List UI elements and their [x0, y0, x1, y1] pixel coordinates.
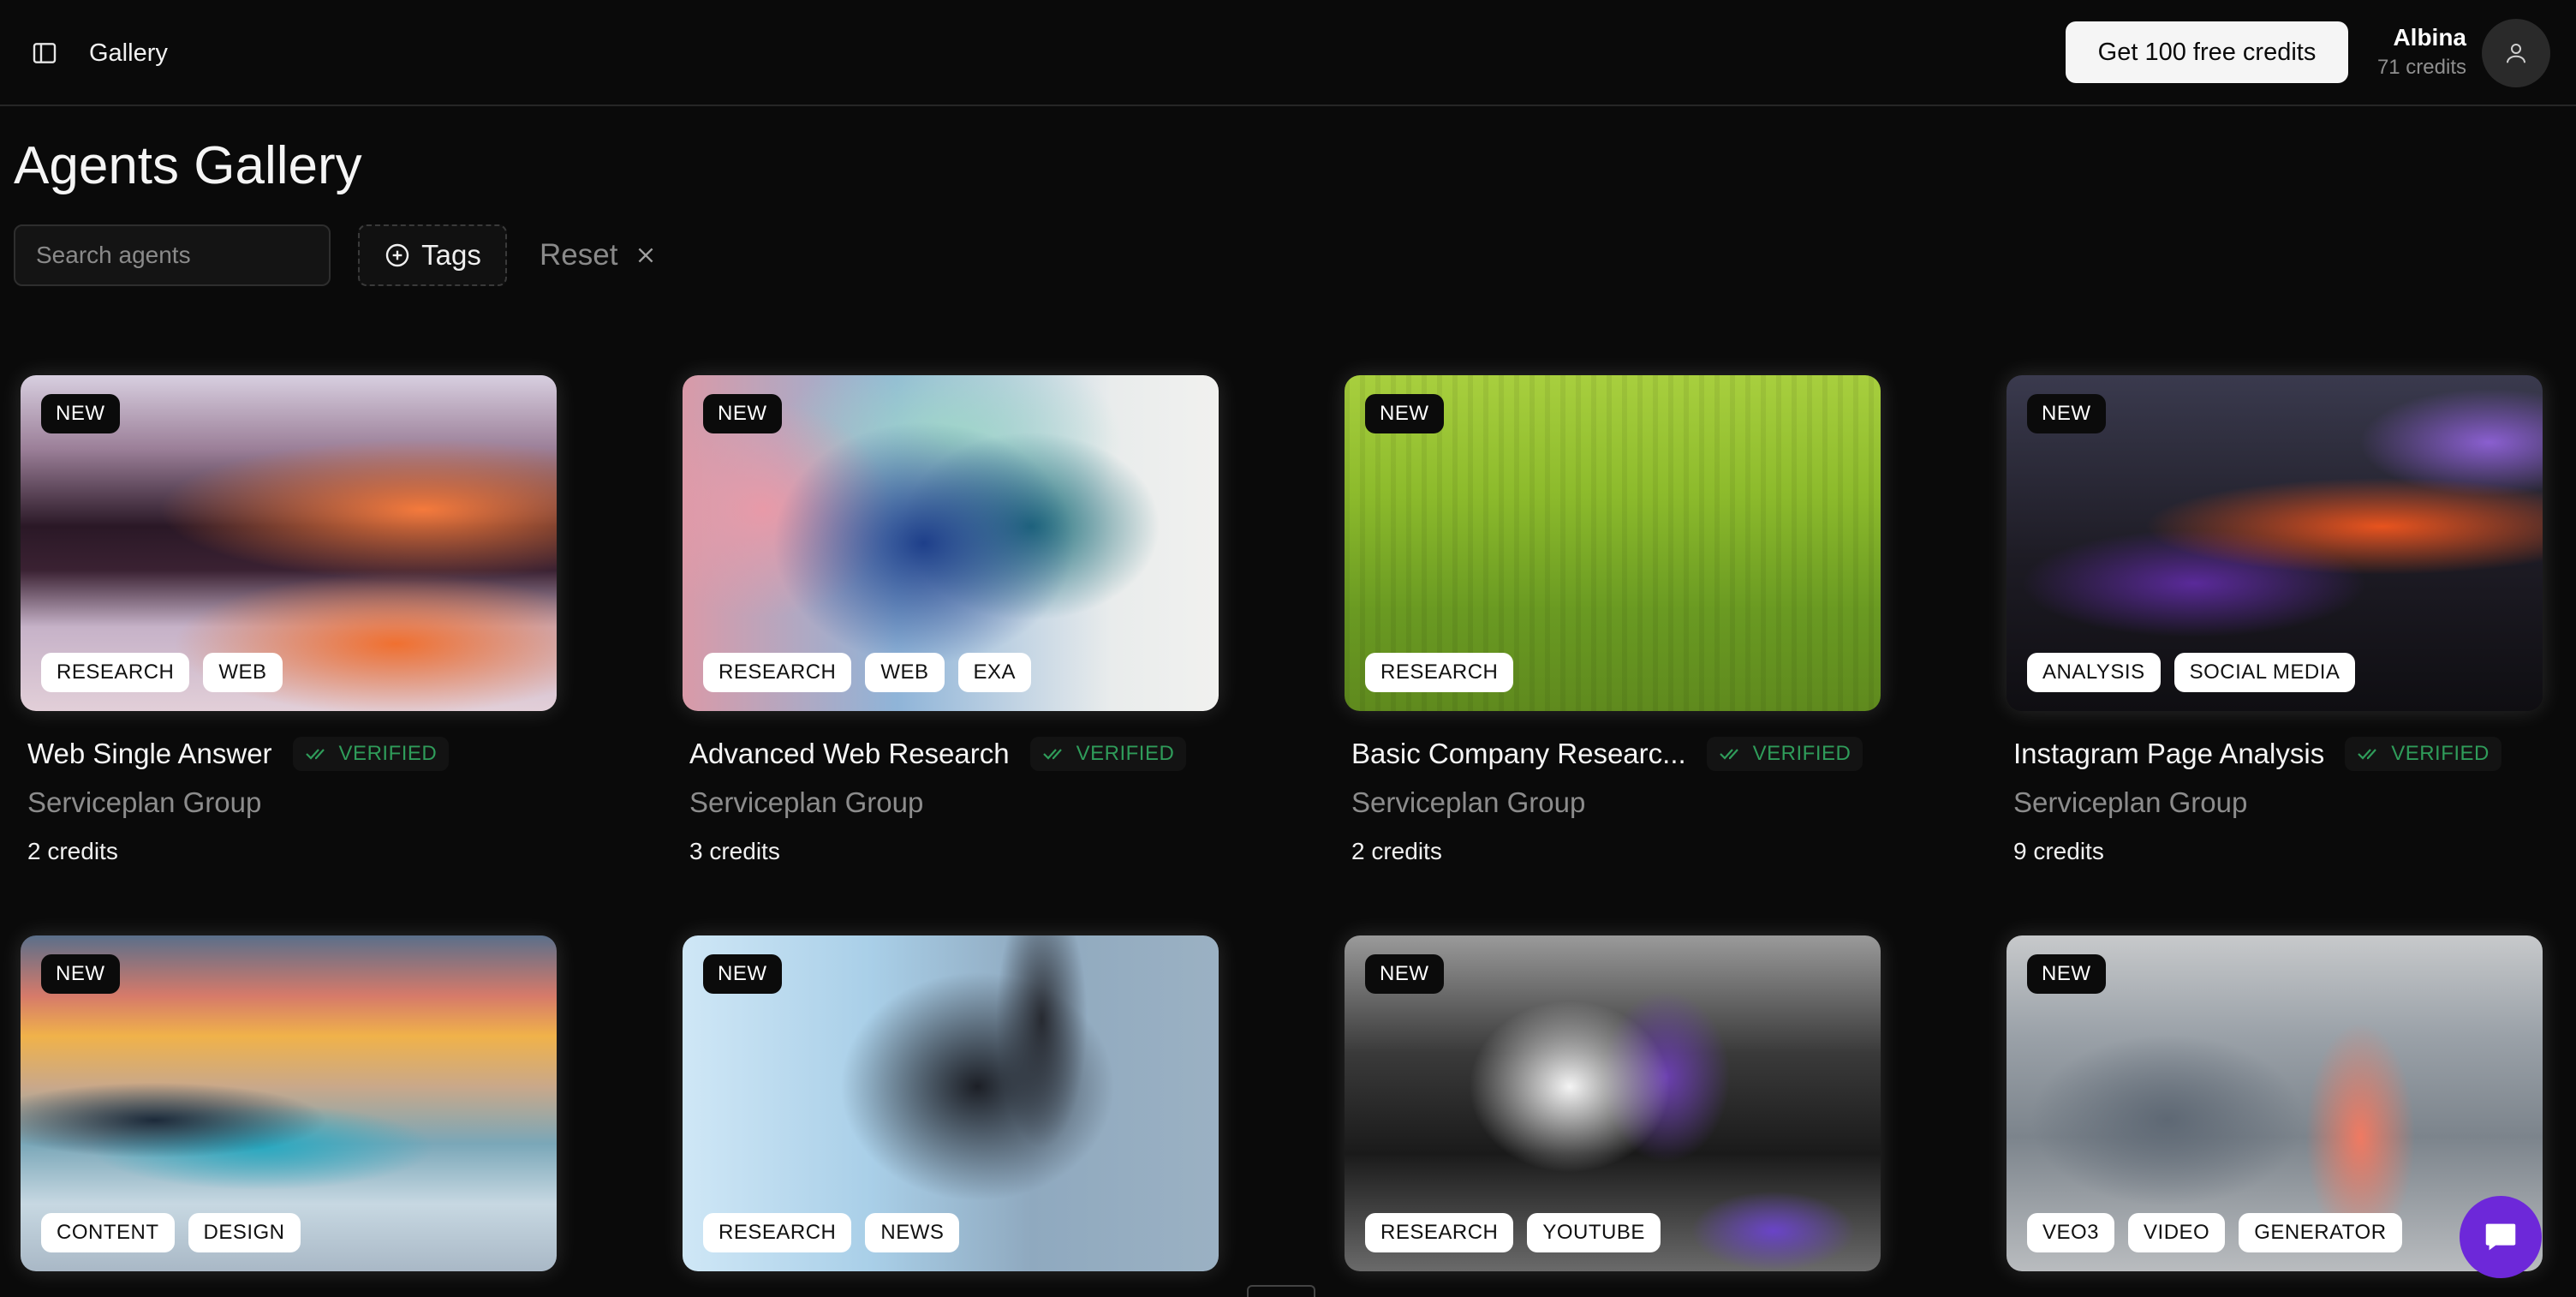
tag-list: VEO3 VIDEO GENERATOR: [2027, 1213, 2402, 1252]
user-icon: [2507, 44, 2525, 63]
user-credits: 71 credits: [2376, 56, 2466, 79]
tag-list: RESEARCH WEB EXA: [703, 653, 1032, 692]
card-title-row: Web Single Answer VERIFIED: [21, 732, 557, 776]
tag[interactable]: YOUTUBE: [1527, 1213, 1661, 1252]
double-check-icon: [2358, 749, 2377, 760]
card-owner: Serviceplan Group: [27, 786, 262, 818]
tag[interactable]: CONTENT: [41, 1213, 175, 1252]
tag[interactable]: EXA: [957, 653, 1032, 692]
breadcrumb[interactable]: Gallery: [89, 36, 168, 70]
verified-label: VERIFIED: [338, 742, 438, 765]
verified-badge: VERIFIED: [1706, 737, 1863, 771]
verified-badge: VERIFIED: [292, 737, 450, 771]
card-owner: Serviceplan Group: [689, 786, 924, 818]
plus-circle-icon: [385, 243, 409, 267]
new-badge: NEW: [41, 394, 120, 433]
agent-card[interactable]: NEW CONTENT DESIGN: [21, 935, 557, 1271]
new-badge: NEW: [41, 954, 120, 994]
tags-filter-button[interactable]: Tags: [358, 224, 507, 286]
tag-list: RESEARCH: [1365, 653, 1514, 692]
card-thumbnail: NEW RESEARCH WEB: [21, 375, 557, 711]
double-check-icon: [1042, 749, 1062, 760]
chat-launcher-button[interactable]: [2460, 1196, 2542, 1278]
card-title[interactable]: Advanced Web Research: [689, 738, 1010, 770]
tag[interactable]: VIDEO: [2128, 1213, 2226, 1252]
top-bar: Gallery Get 100 free credits Albina 71 c…: [0, 0, 2576, 106]
tags-label: Tags: [421, 239, 481, 271]
new-badge: NEW: [703, 394, 782, 433]
agent-card[interactable]: NEW RESEARCH WEB EXA Advanced Web Resear…: [683, 375, 1219, 869]
tag[interactable]: ANALYSIS: [2027, 653, 2161, 692]
card-title-row: Instagram Page Analysis VERIFIED: [2007, 732, 2543, 776]
tag[interactable]: VEO3: [2027, 1213, 2115, 1252]
double-check-icon: [1719, 749, 1738, 760]
new-badge: NEW: [703, 954, 782, 994]
tag[interactable]: WEB: [203, 653, 283, 692]
card-credits: 3 credits: [689, 838, 780, 864]
tag[interactable]: RESEARCH: [703, 1213, 852, 1252]
agent-card[interactable]: NEW RESEARCH Basic Company Researc... VE…: [1345, 375, 1881, 869]
close-icon: [639, 248, 653, 263]
new-badge: NEW: [1365, 394, 1444, 433]
tag[interactable]: RESEARCH: [703, 653, 852, 692]
card-thumbnail: NEW CONTENT DESIGN: [21, 935, 557, 1271]
card-credits: 9 credits: [2013, 838, 2104, 864]
verified-label: VERIFIED: [1752, 742, 1852, 765]
reset-label: Reset: [540, 238, 618, 272]
agent-card[interactable]: NEW ANALYSIS SOCIAL MEDIA Instagram Page…: [2007, 375, 2543, 869]
card-thumbnail: NEW RESEARCH NEWS: [683, 935, 1219, 1271]
tag-list: RESEARCH YOUTUBE: [1365, 1213, 1661, 1252]
page-title: Agents Gallery: [14, 136, 362, 195]
card-title-row: Basic Company Researc... VERIFIED: [1345, 732, 1881, 776]
card-title[interactable]: Basic Company Researc...: [1351, 738, 1686, 770]
double-check-icon: [305, 749, 325, 760]
card-title[interactable]: Instagram Page Analysis: [2013, 738, 2324, 770]
sidebar-toggle-icon[interactable]: [27, 36, 62, 70]
card-thumbnail: NEW ANALYSIS SOCIAL MEDIA: [2007, 375, 2543, 711]
user-name: Albina: [2393, 24, 2466, 51]
tag-list: CONTENT DESIGN: [41, 1213, 301, 1252]
card-owner: Serviceplan Group: [2013, 786, 2248, 818]
verified-label: VERIFIED: [2391, 742, 2490, 765]
new-badge: NEW: [2027, 954, 2106, 994]
card-title[interactable]: Web Single Answer: [27, 738, 272, 770]
new-badge: NEW: [1365, 954, 1444, 994]
tag[interactable]: RESEARCH: [41, 653, 190, 692]
tag[interactable]: WEB: [865, 653, 945, 692]
card-credits: 2 credits: [27, 838, 118, 864]
card-thumbnail: NEW RESEARCH WEB EXA: [683, 375, 1219, 711]
avatar[interactable]: [2482, 19, 2550, 87]
chat-icon: [2485, 1223, 2516, 1251]
tag-list: RESEARCH NEWS: [703, 1213, 960, 1252]
tag-list: ANALYSIS SOCIAL MEDIA: [2027, 653, 2356, 692]
card-thumbnail: NEW RESEARCH YOUTUBE: [1345, 935, 1881, 1271]
tag[interactable]: RESEARCH: [1365, 653, 1514, 692]
get-free-credits-button[interactable]: Get 100 free credits: [2066, 21, 2348, 83]
user-info: Albina 71 credits: [2377, 22, 2466, 82]
verified-label: VERIFIED: [1076, 742, 1175, 765]
tag[interactable]: GENERATOR: [2239, 1213, 2402, 1252]
tag[interactable]: NEWS: [865, 1213, 960, 1252]
card-thumbnail: NEW RESEARCH: [1345, 375, 1881, 711]
tag[interactable]: SOCIAL MEDIA: [2174, 653, 2356, 692]
card-owner: Serviceplan Group: [1351, 786, 1586, 818]
tag[interactable]: RESEARCH: [1365, 1213, 1514, 1252]
card-title-row: Advanced Web Research VERIFIED: [683, 732, 1219, 776]
agent-card[interactable]: NEW RESEARCH NEWS: [683, 935, 1219, 1271]
tag[interactable]: DESIGN: [188, 1213, 301, 1252]
new-badge: NEW: [2027, 394, 2106, 433]
verified-badge: VERIFIED: [1029, 737, 1187, 771]
reset-button[interactable]: Reset: [540, 224, 657, 286]
search-input[interactable]: [14, 224, 331, 286]
card-credits: 2 credits: [1351, 838, 1442, 864]
agent-card[interactable]: NEW RESEARCH WEB Web Single Answer VERIF…: [21, 375, 557, 869]
tag-list: RESEARCH WEB: [41, 653, 283, 692]
verified-badge: VERIFIED: [2345, 737, 2501, 771]
agent-card[interactable]: NEW RESEARCH YOUTUBE: [1345, 935, 1881, 1271]
